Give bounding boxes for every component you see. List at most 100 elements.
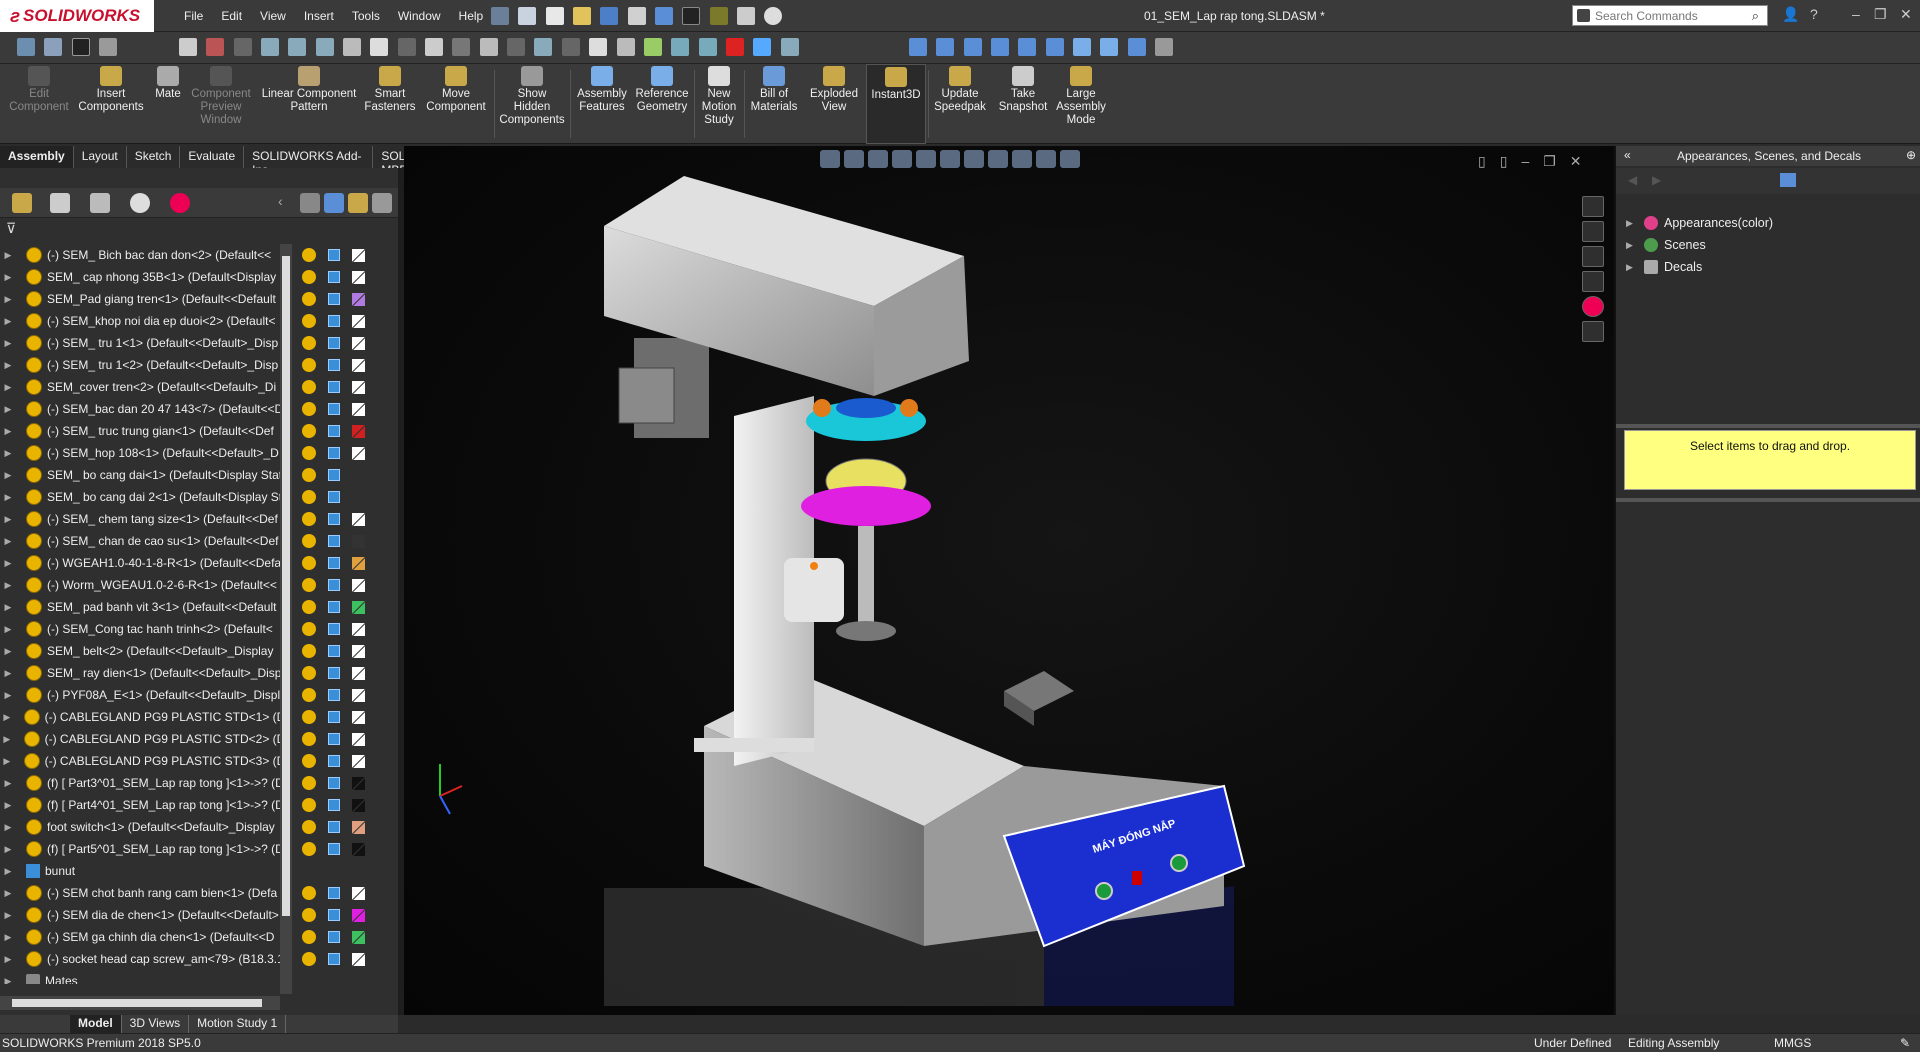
expand-icon[interactable]: ▶	[0, 954, 16, 965]
display-mode-icon[interactable]	[328, 381, 340, 393]
unit-system-button[interactable]: MMGS	[1774, 1036, 1811, 1050]
rotate-icon[interactable]	[698, 38, 717, 56]
visibility-icon[interactable]	[302, 776, 316, 790]
visibility-icon[interactable]	[302, 292, 316, 306]
open-folder-icon[interactable]	[573, 7, 592, 25]
display-mode-icon[interactable]	[328, 513, 340, 525]
appearance-swatch-icon[interactable]	[352, 710, 365, 724]
expand-icon[interactable]: ▶	[0, 602, 16, 613]
tree-item[interactable]: ▶ (-) SEM_bac dan 20 47 143<7> (Default<<…	[0, 398, 292, 420]
rebuild-icon[interactable]	[44, 38, 63, 56]
hole-icon[interactable]	[616, 38, 635, 56]
menu-help[interactable]: Help	[450, 9, 493, 23]
tree-vertical-scrollbar[interactable]	[280, 244, 292, 994]
tree-item[interactable]: ▶ (-) SEM_khop noi dia ep duoi<2> (Defaul…	[0, 310, 292, 332]
tree-item[interactable]: ▶ (-) SEM_ tru 1<2> (Default<<Default>_Di…	[0, 354, 292, 376]
customize-icon[interactable]: ✎	[1900, 1036, 1910, 1050]
search-mode-icon[interactable]	[1577, 9, 1590, 22]
visibility-icon[interactable]	[302, 798, 316, 812]
view-icon-1[interactable]	[179, 38, 197, 56]
tree-item[interactable]: ▶ SEM_ bo cang dai<1> (Default<Display St…	[0, 464, 292, 486]
expand-icon[interactable]: ▶	[0, 514, 16, 525]
back-view-icon[interactable]	[936, 38, 955, 56]
tree-item[interactable]: ▶ (f) [ Part5^01_SEM_Lap rap tong ]<1>->?…	[0, 838, 292, 860]
visibility-icon[interactable]	[302, 314, 316, 328]
expand-icon[interactable]: ▶	[0, 338, 16, 349]
expand-icon[interactable]: ▶	[0, 316, 16, 327]
reference-geometry-button[interactable]: Reference Geometry	[632, 66, 692, 114]
appearance-swatch-icon[interactable]	[352, 622, 365, 636]
save-icon[interactable]	[600, 7, 619, 25]
display-mode-icon[interactable]	[328, 249, 340, 261]
collapse-icon[interactable]: «	[1624, 148, 1631, 162]
edit-component-button[interactable]: Edit Component	[8, 66, 70, 114]
sum-icon[interactable]	[479, 38, 498, 56]
visibility-icon[interactable]	[302, 424, 316, 438]
tree-item[interactable]: ▶ SEM_ ray dien<1> (Default<<Default>_Dis…	[0, 662, 292, 684]
view-palette-tab[interactable]	[1582, 271, 1604, 292]
visibility-icon[interactable]	[302, 336, 316, 350]
select-icon[interactable]	[682, 7, 701, 25]
shell-icon[interactable]	[507, 38, 526, 56]
tab-evaluate[interactable]: Evaluate	[180, 146, 245, 168]
isometric-icon[interactable]	[1073, 38, 1092, 56]
expand-icon[interactable]: ▶	[0, 426, 16, 437]
visibility-icon[interactable]	[302, 842, 316, 856]
appearance-swatch-icon[interactable]	[352, 820, 365, 834]
expand-icon[interactable]: ▶	[0, 734, 14, 745]
component-preview-button[interactable]: Component Preview Window	[186, 66, 256, 127]
appearance-swatch-icon[interactable]	[352, 358, 365, 372]
tree-item[interactable]: ▶ SEM_ cap nhong 35B<1> (Default<Display	[0, 266, 292, 288]
gear-icon[interactable]	[764, 7, 783, 25]
visibility-icon[interactable]	[302, 820, 316, 834]
expand-icon[interactable]: ▶	[0, 756, 14, 767]
select-arrow-icon[interactable]	[71, 38, 90, 56]
bill-of-materials-button[interactable]: Bill of Materials	[748, 66, 800, 114]
tree-item[interactable]: ▶ SEM_cover tren<2> (Default<<Default>_Di	[0, 376, 292, 398]
view-icon-2[interactable]	[206, 38, 225, 56]
pin-icon[interactable]	[491, 7, 509, 25]
visibility-icon[interactable]	[302, 248, 316, 262]
appearance-swatch-icon[interactable]	[352, 270, 365, 284]
trimetric-icon[interactable]	[1100, 38, 1119, 56]
appearance-swatch-icon[interactable]	[352, 930, 365, 944]
visibility-icon[interactable]	[302, 644, 316, 658]
expand-icon[interactable]: ▶	[0, 646, 16, 657]
appearance-swatch-icon[interactable]	[352, 248, 365, 262]
scrollbar-thumb[interactable]	[282, 256, 290, 916]
dynamic-annotation-icon[interactable]	[916, 150, 936, 168]
filter-icon[interactable]: ⊽	[6, 220, 16, 237]
scrollbar-thumb[interactable]	[12, 999, 262, 1007]
hide-show-items-icon[interactable]	[988, 150, 1008, 168]
extrude-icon[interactable]	[425, 38, 444, 56]
right-view-icon[interactable]	[991, 38, 1010, 56]
display-mode-icon[interactable]	[328, 843, 340, 855]
menu-insert[interactable]: Insert	[295, 9, 343, 23]
tree-item[interactable]: ▶ (-) SEM_hop 108<1> (Default<<Default>_D	[0, 442, 292, 464]
top-view-icon[interactable]	[1018, 38, 1037, 56]
edit-appearance-icon[interactable]	[1012, 150, 1032, 168]
viewport-restore-icon[interactable]: ❐	[1543, 153, 1570, 169]
solidworks-logo[interactable]: ƨ SOLIDWORKS	[0, 0, 154, 32]
insert-components-button[interactable]: Insert Components	[76, 66, 146, 114]
visibility-icon[interactable]	[302, 358, 316, 372]
expand-icon[interactable]: ▶	[0, 844, 16, 855]
display-mode-icon[interactable]	[328, 337, 340, 349]
appearance-swatch-icon[interactable]	[352, 798, 365, 812]
tree-item[interactable]: ▶ SEM_ bo cang dai 2<1> (Default<Display …	[0, 486, 292, 508]
visibility-icon[interactable]	[302, 908, 316, 922]
expand-icon[interactable]: ▶	[0, 778, 16, 789]
tree-item[interactable]: ▶ bunut	[0, 860, 292, 882]
traffic-light-icon[interactable]	[709, 7, 728, 25]
display-mode-icon[interactable]	[328, 733, 340, 745]
display-mode-icon[interactable]	[328, 403, 340, 415]
appearance-swatch-icon[interactable]	[352, 512, 365, 526]
tab-3d-views[interactable]: 3D Views	[122, 1015, 190, 1033]
tree-item[interactable]: ▶ (-) Worm_WGEAU1.0-2-6-R<1> (Default<<	[0, 574, 292, 596]
appearance-swatch-icon[interactable]	[352, 644, 365, 658]
visibility-icon[interactable]	[302, 468, 316, 482]
refresh-icon[interactable]	[1780, 173, 1796, 187]
appearance-swatch-icon[interactable]	[352, 776, 365, 790]
appearance-swatch-icon[interactable]	[352, 688, 365, 702]
apply-scene-icon[interactable]	[1036, 150, 1056, 168]
